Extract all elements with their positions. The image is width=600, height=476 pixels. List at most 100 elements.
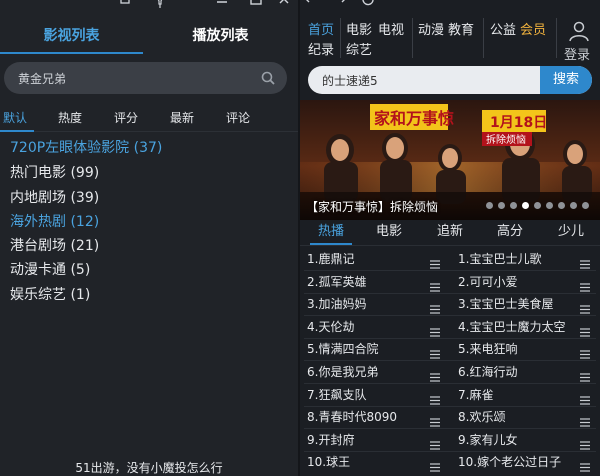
nav-documentary[interactable]: 纪录 [308,43,334,59]
hot-list-item[interactable]: 1.鹿鼎记 [307,248,354,270]
hot-list-item[interactable]: 8.青春时代8090 [307,406,397,428]
list-icon[interactable] [580,435,590,450]
banner-dots [486,202,596,210]
nav-charity[interactable]: 公益 [490,23,516,39]
tab-video-list[interactable]: 影视列表 [0,18,143,54]
list-icon[interactable] [580,457,590,472]
list-icon[interactable] [580,412,590,427]
hot-list-item[interactable]: 5.来电狂响 [458,338,517,360]
banner-caption[interactable]: 【家和万事惊】拆除烦恼 [306,198,438,215]
nav-education[interactable]: 教育 [448,23,474,39]
category-item[interactable]: 热门电影 (99) [10,161,99,185]
banner-dot[interactable] [522,202,529,209]
banner-dot[interactable] [558,202,565,209]
forward-arrow-icon[interactable] [333,0,347,8]
sort-latest[interactable]: 最新 [170,104,194,132]
category-item[interactable]: 港台剧场 (21) [10,234,99,258]
list-icon[interactable] [430,322,440,337]
tab-kids[interactable]: 少儿 [550,222,592,244]
banner-dot[interactable] [498,202,505,209]
list-icon[interactable] [430,277,440,292]
sort-popularity[interactable]: 热度 [58,104,82,132]
hot-list-item[interactable]: 9.开封府 [307,429,354,451]
nav-vip[interactable]: 会员 [520,23,546,39]
sort-default[interactable]: 默认 [3,104,27,132]
hot-list-item[interactable]: 10.嫁个老公过日子 [458,451,561,473]
search-button[interactable]: 搜索 [540,66,592,94]
nav-tv[interactable]: 电视 [378,23,404,39]
hot-list-item[interactable]: 8.欢乐颂 [458,406,505,428]
hot-list-item[interactable]: 6.你是我兄弟 [307,361,378,383]
list-icon[interactable] [580,390,590,405]
banner-dot[interactable] [486,202,493,209]
close-icon[interactable] [277,0,291,8]
login-label[interactable]: 登录 [564,44,590,63]
list-icon[interactable] [430,390,440,405]
hot-list-item[interactable]: 9.家有儿女 [458,429,517,451]
sort-reviews[interactable]: 评论 [226,104,250,132]
hot-list-item[interactable]: 7.狂飙支队 [307,384,366,406]
list-icon[interactable] [430,254,440,269]
list-icon[interactable] [580,299,590,314]
left-search-input[interactable] [18,62,248,94]
list-icon[interactable] [580,367,590,382]
restore-icon[interactable] [118,0,132,8]
list-icon[interactable] [430,367,440,382]
poster-date: 1月18日 [490,115,547,131]
bottom-ad-text[interactable]: 51出游，没有小魔投怎么行 [0,460,298,476]
category-item[interactable]: 动漫卡通 (5) [10,258,90,282]
banner-dot[interactable] [570,202,577,209]
tab-top-rated[interactable]: 高分 [489,222,531,244]
minimize-icon[interactable] [215,0,229,8]
nav-home[interactable]: 首页 [308,23,334,39]
list-icon[interactable] [430,412,440,427]
list-icon[interactable] [580,254,590,269]
hot-list-item[interactable]: 2.孤军英雄 [307,271,366,293]
tab-new[interactable]: 追新 [429,222,471,244]
user-icon[interactable] [568,20,590,42]
hot-list-item[interactable]: 1.宝宝巴士儿歌 [458,248,541,270]
hot-list-item[interactable]: 4.天伦劫 [307,316,354,338]
list-icon[interactable] [580,277,590,292]
sort-underline [0,130,34,132]
sort-rating[interactable]: 评分 [114,104,138,132]
right-search-input[interactable] [322,66,522,94]
list-icon[interactable] [430,299,440,314]
back-arrow-icon[interactable] [304,0,318,8]
list-icon[interactable] [430,435,440,450]
hot-list-item[interactable]: 2.可可小爱 [458,271,517,293]
nav-movie[interactable]: 电影 [346,23,372,39]
banner-dot[interactable] [582,202,589,209]
hot-list-item[interactable]: 6.红海行动 [458,361,517,383]
banner-dot[interactable] [534,202,541,209]
list-icon[interactable] [430,344,440,359]
banner-dot[interactable] [510,202,517,209]
nav-variety[interactable]: 综艺 [346,43,372,59]
tab-movie[interactable]: 电影 [368,222,410,244]
nav-anime[interactable]: 动漫 [418,23,444,39]
category-item[interactable]: 娱乐综艺 (1) [10,283,90,307]
category-item[interactable]: 海外热剧 (12) [10,210,99,234]
category-item[interactable]: 内地剧场 (39) [10,186,99,210]
list-icon[interactable] [430,457,440,472]
tab-play-list[interactable]: 播放列表 [143,18,298,54]
window-controls [0,0,600,10]
pin-icon[interactable] [153,0,167,8]
hot-list-item[interactable]: 10.球王 [307,451,350,473]
list-icon[interactable] [580,344,590,359]
tab-hot[interactable]: 热播 [310,222,352,244]
refresh-icon[interactable] [362,0,376,8]
left-panel: 影视列表 播放列表 默认 热度 评分 最新 评论 720P左眼体验影院 (37)… [0,0,298,476]
banner[interactable]: 家和万事惊 1月18日 拆除烦恼 【家和万事惊】拆除烦恼 [300,100,600,220]
banner-dot[interactable] [546,202,553,209]
hot-list-item[interactable]: 5.情满四合院 [307,338,378,360]
category-item[interactable]: 720P左眼体验影院 (37) [10,136,162,160]
nav-separator [556,18,557,58]
hot-list-item[interactable]: 4.宝宝巴士魔力太空 [458,316,565,338]
maximize-icon[interactable] [249,0,263,8]
list-icon[interactable] [580,322,590,337]
search-icon[interactable] [261,71,275,85]
hot-list-item[interactable]: 7.麻雀 [458,384,493,406]
hot-list-item[interactable]: 3.宝宝巴士美食屋 [458,293,553,315]
hot-list-item[interactable]: 3.加油妈妈 [307,293,366,315]
